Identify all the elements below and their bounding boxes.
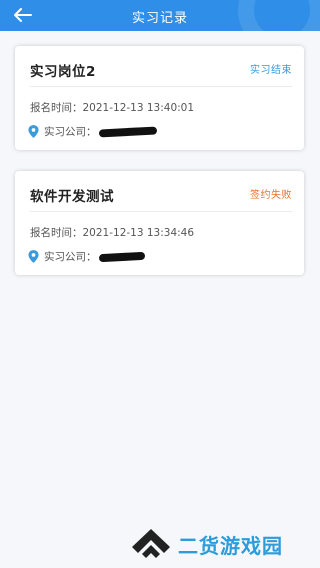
time-value: 2021-12-13 13:40:01	[82, 102, 195, 114]
company-label: 实习公司：	[44, 126, 97, 138]
status-badge: 签约失败	[250, 190, 292, 201]
job-title: 软件开发测试	[30, 189, 114, 205]
company-row: 实习公司：	[28, 249, 145, 264]
company-label: 实习公司：	[44, 251, 97, 263]
status-badge: 实习结束	[250, 65, 292, 76]
record-card[interactable]: 软件开发测试 签约失败 报名时间：2021-12-13 13:34:46 实习公…	[15, 171, 304, 275]
divider	[30, 86, 292, 87]
watermark-text: 二货游戏园	[178, 533, 283, 558]
divider	[30, 211, 292, 212]
time-label: 报名时间：	[30, 102, 83, 114]
location-pin-icon	[28, 250, 39, 263]
redacted-company	[98, 125, 157, 138]
app-header: 实习记录	[0, 0, 320, 31]
watermark-logo-icon	[132, 529, 170, 558]
company-row: 实习公司：	[28, 124, 157, 139]
signup-time: 报名时间：2021-12-13 13:34:46	[30, 225, 194, 240]
time-value: 2021-12-13 13:34:46	[82, 227, 195, 239]
job-title: 实习岗位2	[30, 64, 96, 80]
time-label: 报名时间：	[30, 227, 83, 239]
redacted-company	[98, 251, 145, 262]
record-card[interactable]: 实习岗位2 实习结束 报名时间：2021-12-13 13:40:01 实习公司…	[15, 46, 304, 150]
signup-time: 报名时间：2021-12-13 13:40:01	[30, 100, 194, 115]
location-pin-icon	[28, 125, 39, 138]
page-title: 实习记录	[131, 11, 188, 26]
watermark: 二货游戏园	[130, 524, 283, 564]
